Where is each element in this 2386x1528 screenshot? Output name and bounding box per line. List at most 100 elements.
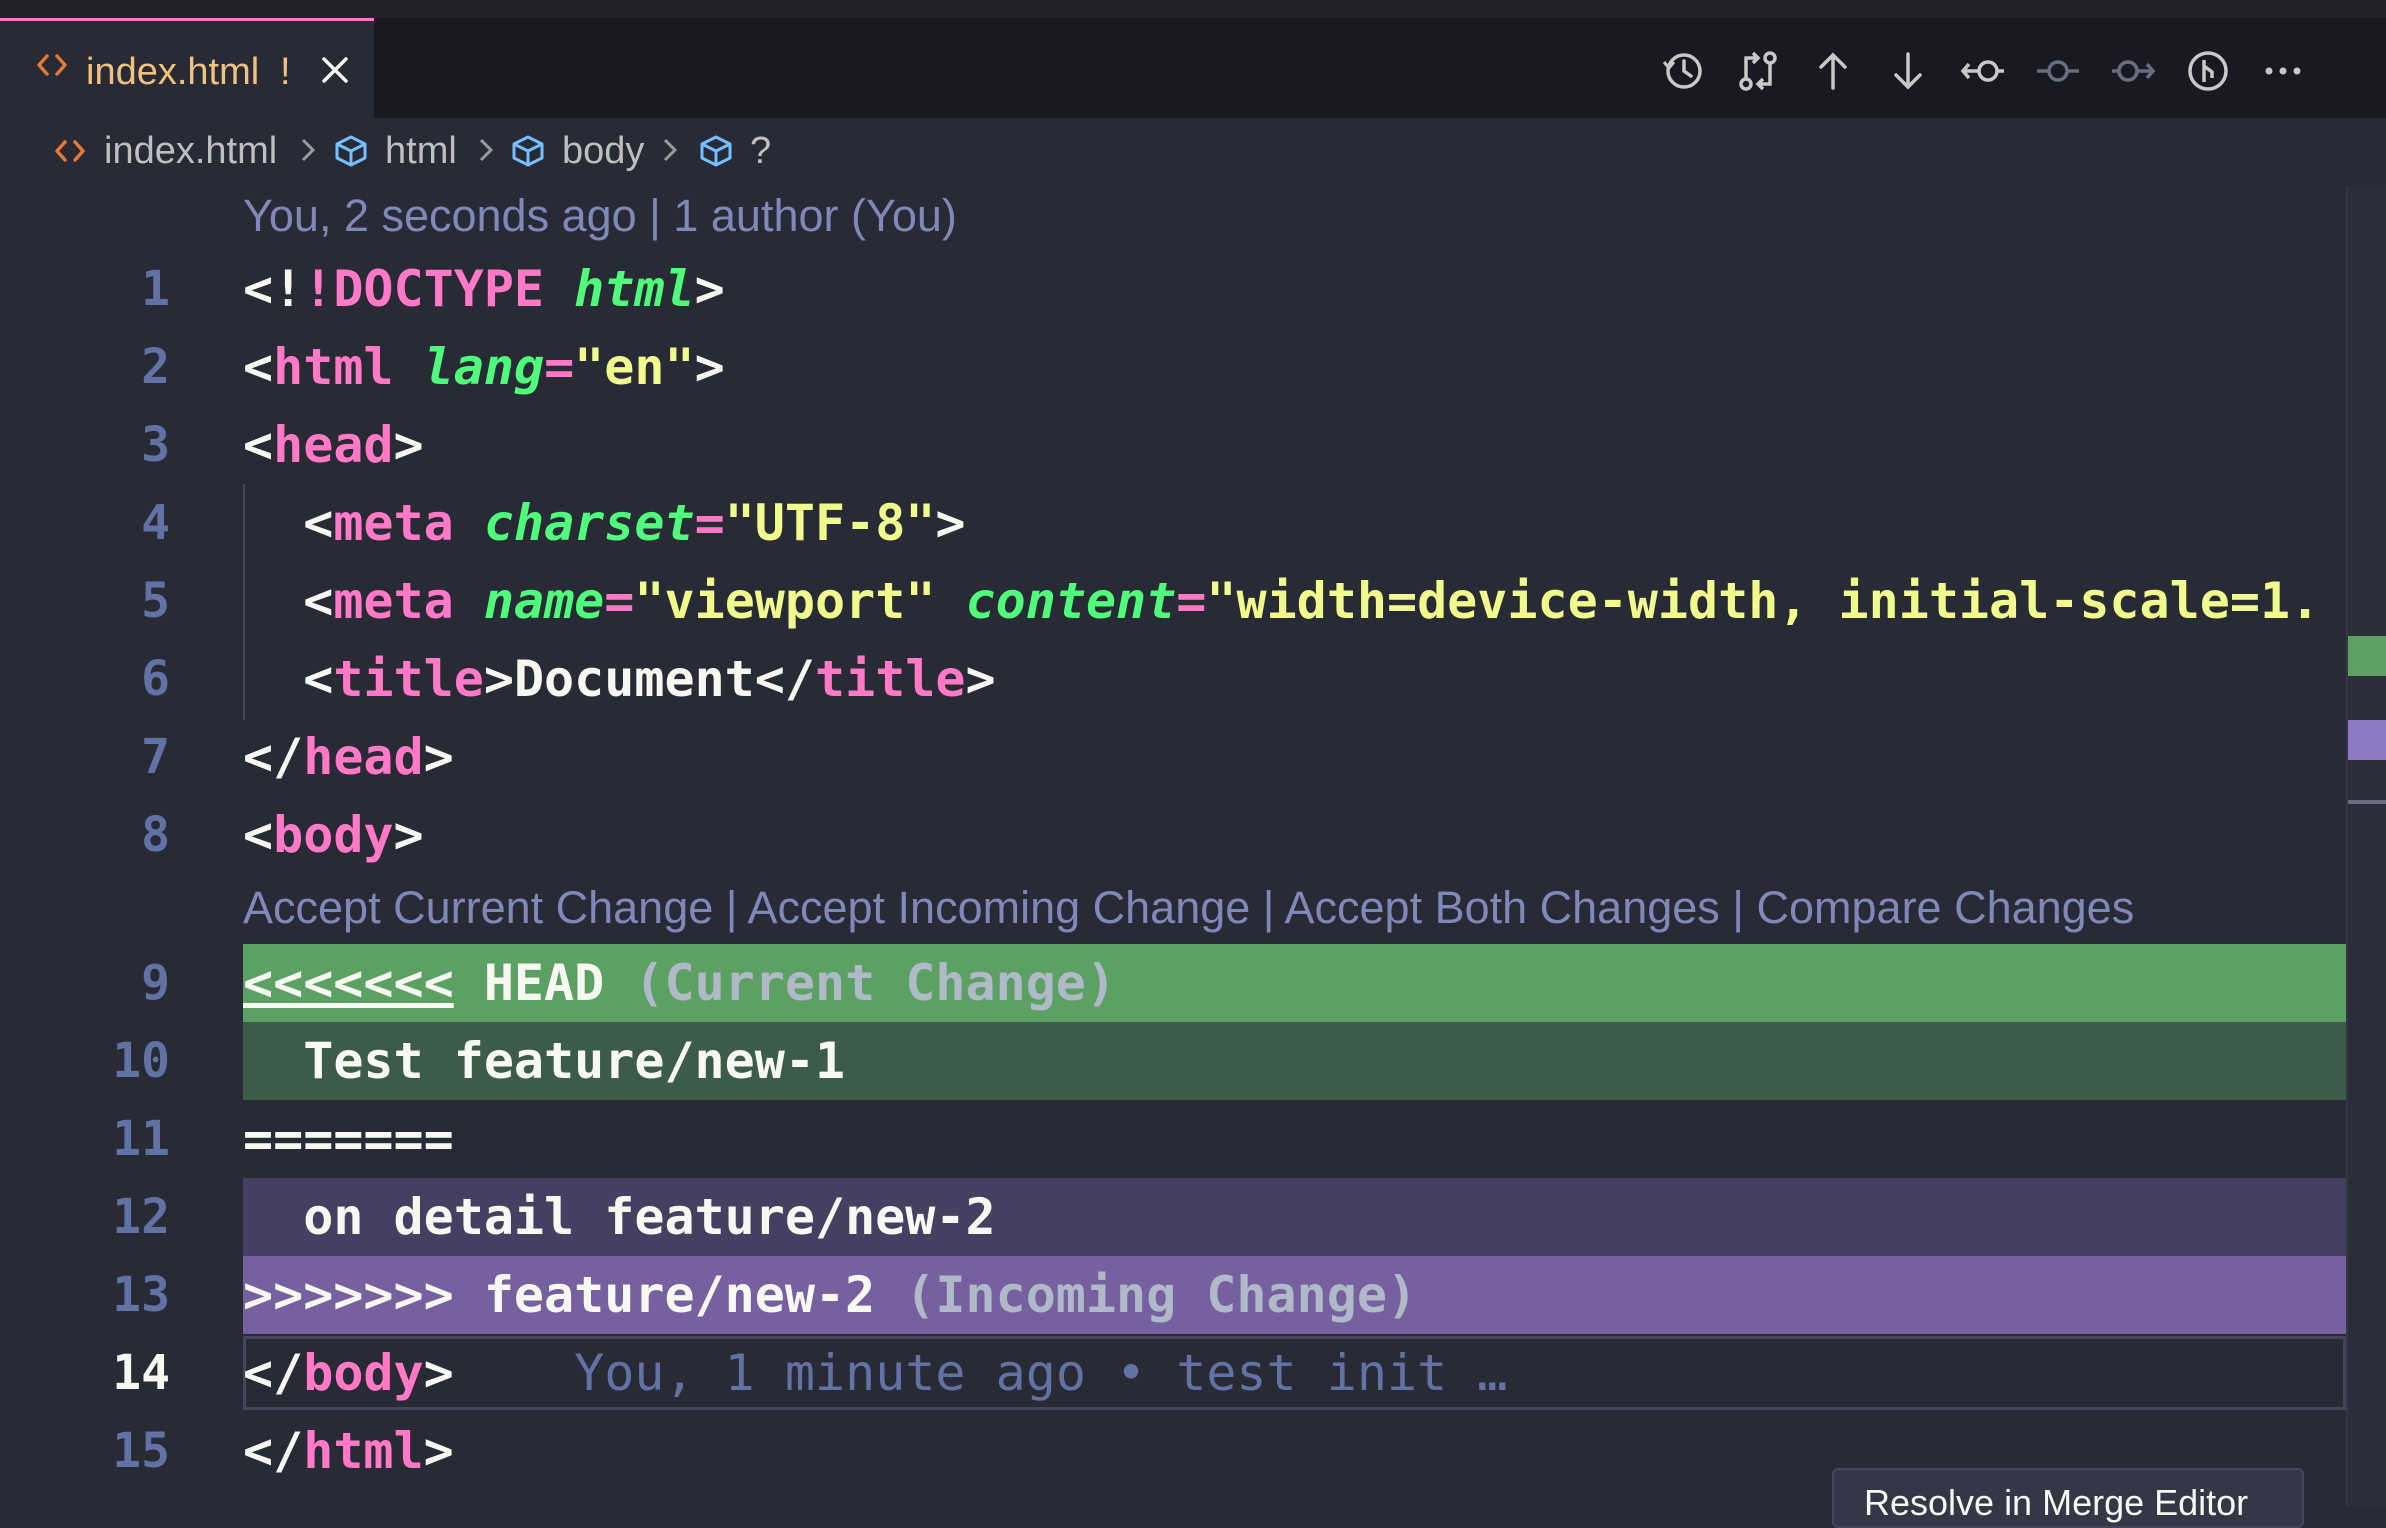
accept-incoming-icon[interactable] (2110, 48, 2160, 98)
attr-name: name (483, 572, 605, 630)
breadcrumb: index.html html body ? (0, 118, 2386, 186)
attr-name: content (965, 572, 1177, 630)
line-number: 5 (141, 573, 170, 629)
attr-value: "en" (574, 338, 695, 396)
conflict-label: (Incoming Change) (905, 1266, 1418, 1324)
tag-name: body (303, 1344, 424, 1402)
code-line-7[interactable]: 7 </head> (0, 718, 2346, 796)
breadcrumb-item-unknown[interactable]: ? (698, 128, 771, 174)
attr-name: charset (483, 494, 695, 552)
line-number: 11 (112, 1111, 170, 1167)
code-line-6[interactable]: 6 <title>Document</title> (0, 640, 2346, 718)
line-number: 9 (141, 955, 170, 1011)
compare-changes-link[interactable]: Compare Changes (1757, 882, 2135, 933)
conflict-ref: HEAD (483, 954, 605, 1012)
tag-name: body (273, 806, 394, 864)
attr-value: "UTF-8" (724, 494, 936, 552)
code-text: on detail feature/new-2 (303, 1188, 996, 1246)
code-line-8[interactable]: 8 <body> (0, 796, 2346, 874)
code-line-2[interactable]: 2 <html lang="en"> (0, 328, 2346, 406)
breadcrumb-item-label: html (385, 129, 457, 172)
breadcrumb-item-body[interactable]: body (510, 128, 644, 174)
accept-current-change-link[interactable]: Accept Current Change (243, 882, 713, 933)
breadcrumb-item-label: ? (750, 129, 772, 172)
breadcrumb-item-html[interactable]: html (333, 128, 457, 174)
tag-name: title (815, 650, 966, 708)
separator: | (1719, 882, 1757, 933)
scrollbar-cursor-marker (2348, 800, 2386, 804)
chevron-right-icon (301, 138, 316, 162)
line-number: 4 (141, 495, 170, 551)
line-number: 2 (141, 339, 170, 395)
breadcrumb-file-label: index.html (104, 129, 278, 172)
accept-incoming-change-link[interactable]: Accept Incoming Change (747, 882, 1250, 933)
accept-both-changes-link[interactable]: Accept Both Changes (1285, 882, 1720, 933)
line-number: 3 (141, 417, 170, 473)
window-top-strip (0, 0, 2386, 18)
code-line-4[interactable]: 4 <meta charset="UTF-8"> (0, 484, 2346, 562)
code-line-14[interactable]: 14 </body> You, 1 minute ago • test init… (0, 1334, 2346, 1412)
breadcrumb-file[interactable]: index.html (52, 128, 277, 174)
conflict-ref: feature/new-2 (483, 1266, 876, 1324)
chevron-right-icon (663, 138, 678, 162)
code-line-5[interactable]: 5 <meta name="viewport" content="width=d… (0, 562, 2346, 640)
code-line-3[interactable]: 3 <head> (0, 406, 2346, 484)
breadcrumb-item-label: body (562, 129, 645, 172)
conflict-label: (Current Change) (634, 954, 1116, 1012)
close-icon[interactable] (318, 53, 352, 87)
line-number: 13 (112, 1267, 170, 1323)
more-actions-icon[interactable] (2260, 48, 2310, 98)
scrollbar-current-marker (2348, 636, 2386, 676)
next-change-icon[interactable] (1885, 48, 1935, 98)
inline-blame: You, 1 minute ago • test init … (574, 1344, 1508, 1402)
modified-marker: ! (280, 51, 291, 93)
code-line-1[interactable]: 1 <!!DOCTYPE html> (0, 250, 2346, 328)
chevron-right-icon (479, 138, 494, 162)
line-number: 15 (112, 1423, 170, 1479)
doctype-value: html (574, 260, 695, 318)
tag-name: html (273, 338, 394, 396)
merge-conflict-actions: Accept Current Change | Accept Incoming … (243, 882, 2134, 934)
git-merge-icon[interactable] (2185, 48, 2235, 98)
vertical-scrollbar[interactable] (2346, 186, 2386, 1506)
compare-changes-icon[interactable] (1735, 48, 1785, 98)
editor-tab-bar: index.html ! (0, 18, 2386, 118)
scrollbar-incoming-marker (2348, 720, 2386, 760)
accept-both-icon[interactable] (2035, 48, 2085, 98)
attr-value: "viewport" (634, 572, 936, 630)
code-line-11[interactable]: 11 ======= (0, 1100, 2346, 1178)
line-number: 10 (112, 1033, 170, 1089)
separator: | (713, 882, 748, 933)
line-number: 12 (112, 1189, 170, 1245)
previous-change-icon[interactable] (1810, 48, 1860, 98)
tag-name: html (303, 1422, 424, 1480)
code-line-9[interactable]: 9 <<<<<<< HEAD (Current Change) (0, 944, 2346, 1022)
history-icon[interactable] (1660, 48, 1710, 98)
element-cube-icon (335, 135, 367, 167)
resolve-in-merge-editor-button[interactable]: Resolve in Merge Editor (1832, 1468, 2304, 1528)
line-number: 1 (141, 261, 170, 317)
tag-name: meta (333, 494, 454, 552)
attr-value: "width=device-width, initial-scale=1. (1206, 572, 2321, 630)
line-number: 14 (112, 1345, 170, 1401)
blame-codelens[interactable]: You, 2 seconds ago | 1 author (You) (243, 190, 957, 242)
code-editor[interactable]: You, 2 seconds ago | 1 author (You) 1 <!… (0, 0, 2386, 1506)
code-line-10[interactable]: 10 Test feature/new-1 (0, 1022, 2346, 1100)
code-text: Test feature/new-1 (303, 1032, 846, 1090)
html-file-icon (34, 47, 70, 83)
code-line-12[interactable]: 12 on detail feature/new-2 (0, 1178, 2346, 1256)
attr-name: lang (423, 338, 545, 396)
line-number: 6 (141, 651, 170, 707)
doctype-keyword: !DOCTYPE (303, 260, 545, 318)
separator: | (1250, 882, 1285, 933)
element-cube-icon (700, 135, 732, 167)
code-line-13[interactable]: 13 >>>>>>> feature/new-2 (Incoming Chang… (0, 1256, 2346, 1334)
tag-name: head (273, 416, 394, 474)
tab-index-html[interactable]: index.html ! (0, 18, 374, 118)
accept-current-icon[interactable] (1960, 48, 2010, 98)
tab-filename: index.html (86, 51, 260, 93)
tag-name: meta (333, 572, 454, 630)
conflict-start-marker: <<<<<<< (243, 954, 454, 1012)
tag-name: title (333, 650, 484, 708)
conflict-end-marker: >>>>>>> (243, 1266, 454, 1324)
